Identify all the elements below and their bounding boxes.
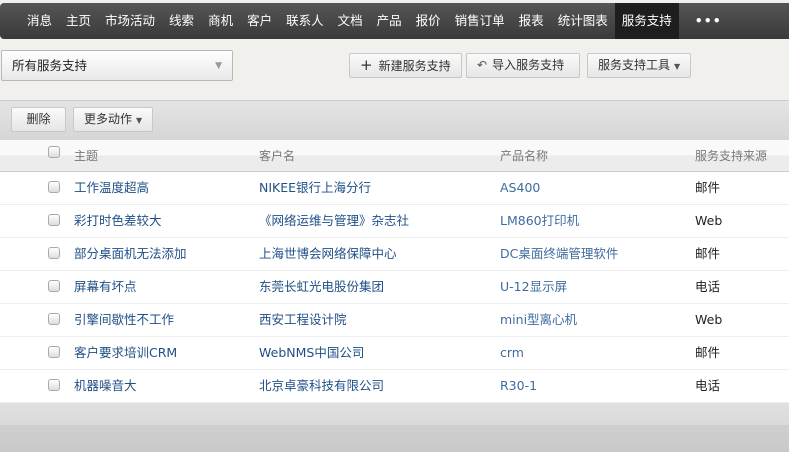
more-actions-button[interactable]: 更多动作 ▼	[73, 107, 153, 132]
source-cell: 电话	[695, 378, 721, 393]
view-select-value: 所有服务支持	[12, 58, 88, 73]
dropdown-arrow-icon: ▼	[215, 61, 222, 71]
header-product[interactable]: 产品名称	[500, 140, 548, 172]
table-row: 工作温度超高 NIKEE银行上海分行 AS400 邮件	[0, 172, 789, 205]
delete-button[interactable]: 删除	[11, 107, 66, 132]
more-icon[interactable]: •••	[679, 3, 729, 39]
table-row: 屏幕有坏点 东莞长虹光电股份集团 U-12显示屏 电话	[0, 271, 789, 304]
nav-item[interactable]: 产品	[370, 3, 409, 39]
row-checkbox[interactable]	[48, 214, 60, 226]
subject-link[interactable]: 彩打时色差较大	[74, 205, 162, 237]
customer-link[interactable]: 《网络运维与管理》杂志社	[259, 205, 409, 237]
nav-item[interactable]: 主页	[59, 3, 98, 39]
row-checkbox[interactable]	[48, 280, 60, 292]
row-checkbox[interactable]	[48, 379, 60, 391]
header-source[interactable]: 服务支持来源	[695, 140, 767, 172]
table-footer	[0, 403, 789, 452]
source-cell: 邮件	[695, 246, 721, 261]
source-cell: 电话	[695, 279, 721, 294]
caret-down-icon: ▼	[674, 62, 681, 71]
subject-link[interactable]: 工作温度超高	[74, 172, 149, 204]
nav-item[interactable]: 市场活动	[98, 3, 162, 39]
nav-item[interactable]: 统计图表	[551, 3, 615, 39]
header-customer[interactable]: 客户名	[259, 140, 295, 172]
service-table: 主题 客户名 产品名称 服务支持来源 工作温度超高 NIKEE银行上海分行 AS40…	[0, 140, 789, 403]
nav-item[interactable]: 消息	[20, 3, 59, 39]
product-link[interactable]: U-12显示屏	[500, 271, 567, 303]
select-all-checkbox[interactable]	[48, 146, 60, 158]
subject-link[interactable]: 客户要求培训CRM	[74, 337, 177, 369]
nav-item[interactable]: 联系人	[279, 3, 331, 39]
top-nav: 消息 主页 市场活动 线索 商机 客户 联系人 文档 产品 报价 销售订单 报表 统计图表 服务支持 •••	[0, 3, 789, 39]
product-link[interactable]: LM860打印机	[500, 205, 579, 237]
caret-down-icon: ▼	[136, 116, 143, 125]
row-checkbox[interactable]	[48, 181, 60, 193]
product-link[interactable]: AS400	[500, 172, 540, 204]
import-service-button[interactable]: ↶ 导入服务支持	[466, 53, 580, 78]
table-row: 部分桌面机无法添加 上海世博会网络保障中心 DC桌面终端管理软件 邮件	[0, 238, 789, 271]
plus-icon: +	[360, 56, 373, 74]
source-cell: 邮件	[695, 180, 721, 195]
service-tools-button[interactable]: 服务支持工具 ▼	[587, 53, 691, 78]
nav-item[interactable]: 服务支持	[614, 3, 679, 39]
row-checkbox[interactable]	[48, 346, 60, 358]
subject-link[interactable]: 机器噪音大	[74, 370, 137, 402]
product-link[interactable]: mini型离心机	[500, 304, 577, 336]
table-row: 客户要求培训CRM WebNMS中国公司 crm 邮件	[0, 337, 789, 370]
row-checkbox[interactable]	[48, 313, 60, 325]
subject-link[interactable]: 引擎间歇性不工作	[74, 304, 174, 336]
header-subject[interactable]: 主题	[74, 140, 98, 172]
customer-link[interactable]: 西安工程设计院	[259, 304, 347, 336]
import-label: 导入服务支持	[492, 58, 565, 72]
source-cell: Web	[695, 312, 723, 327]
nav-item[interactable]: 商机	[201, 3, 240, 39]
source-cell: Web	[695, 213, 723, 228]
subject-link[interactable]: 屏幕有坏点	[74, 271, 137, 303]
customer-link[interactable]: WebNMS中国公司	[259, 337, 364, 369]
table-header: 主题 客户名 产品名称 服务支持来源	[0, 140, 789, 172]
source-cell: 邮件	[695, 345, 721, 360]
row-checkbox[interactable]	[48, 247, 60, 259]
customer-link[interactable]: 东莞长虹光电股份集团	[259, 271, 384, 303]
table-row: 彩打时色差较大 《网络运维与管理》杂志社 LM860打印机 Web	[0, 205, 789, 238]
tools-label: 服务支持工具	[598, 58, 671, 72]
nav-item[interactable]: 销售订单	[448, 3, 512, 39]
delete-label: 删除	[26, 112, 51, 126]
table-row: 机器噪音大 北京卓豪科技有限公司 R30-1 电话	[0, 370, 789, 403]
product-link[interactable]: R30-1	[500, 370, 537, 402]
table-row: 引擎间歇性不工作 西安工程设计院 mini型离心机 Web	[0, 304, 789, 337]
new-service-button[interactable]: + 新建服务支持	[349, 53, 462, 78]
customer-link[interactable]: NIKEE银行上海分行	[259, 172, 371, 204]
product-link[interactable]: DC桌面终端管理软件	[500, 238, 618, 270]
nav-item[interactable]: 线索	[162, 3, 201, 39]
view-select[interactable]: 所有服务支持 ▼	[1, 50, 233, 81]
subject-link[interactable]: 部分桌面机无法添加	[74, 238, 187, 270]
new-label: 新建服务支持	[378, 59, 451, 73]
customer-link[interactable]: 上海世博会网络保障中心	[259, 238, 397, 270]
import-icon: ↶	[477, 58, 488, 72]
nav-item[interactable]: 客户	[240, 3, 279, 39]
customer-link[interactable]: 北京卓豪科技有限公司	[259, 370, 384, 402]
more-actions-label: 更多动作	[84, 112, 133, 126]
product-link[interactable]: crm	[500, 337, 524, 369]
nav-item[interactable]: 报价	[409, 3, 448, 39]
nav-item[interactable]: 报表	[512, 3, 551, 39]
nav-item[interactable]: 文档	[331, 3, 370, 39]
